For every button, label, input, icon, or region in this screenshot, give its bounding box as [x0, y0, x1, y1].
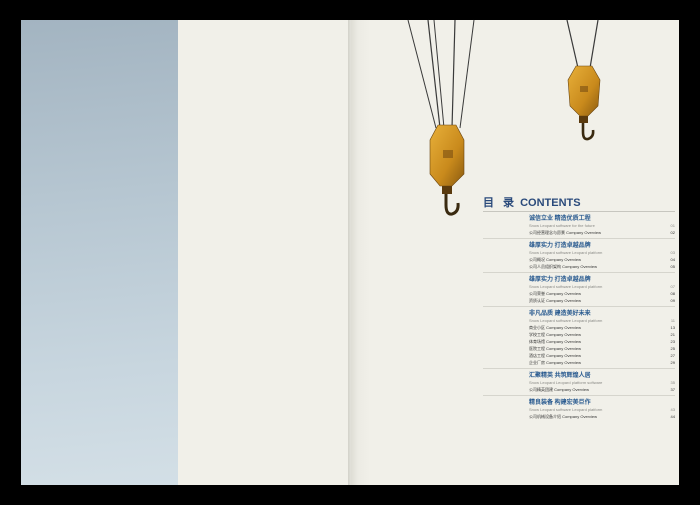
toc-section: 雄厚实力 打造卓越品牌 Snow Leopard software Leopard… — [483, 273, 675, 307]
toc-page-number: 05 — [670, 264, 675, 269]
toc-section-title[interactable]: 精良装备 构建宏美巨作 — [529, 399, 675, 407]
toc-entry-label: 体育场馆 Company Overview — [529, 339, 582, 344]
toc-entry-label: 公司精英团建 Company Overview — [529, 387, 590, 392]
toc-entry-label: 公司经营理念与愿景 Company Overview — [529, 230, 602, 235]
toc-page-number: 23 — [670, 339, 675, 344]
toc-page-number: 21 — [670, 332, 675, 337]
toc-entry[interactable]: 医院工程 Company Overview 25 — [529, 345, 675, 352]
toc-page-number: 09 — [670, 298, 675, 303]
toc-section-title[interactable]: 诚信立业 精造优质工程 — [529, 215, 675, 223]
toc-section: 非凡品质 建造美好未来 Snow Leopard software Leopard… — [483, 307, 675, 369]
toc-entry-label: 学校工程 Company Overview — [529, 332, 582, 337]
toc-title-cn: 目 录 — [483, 197, 518, 209]
toc-section: 汇聚精英 共筑辉煌人居 Snow Leopard Leopard platform… — [483, 369, 675, 396]
toc-entry-label: 企业厂房 Company Overview — [529, 360, 582, 365]
toc-entry-label: 公司荣誉 Company Overview — [529, 291, 582, 296]
toc-entry[interactable]: 公司经营理念与愿景 Company Overview 02 — [529, 229, 675, 236]
toc-page-number: 37 — [670, 387, 675, 392]
toc-entry-label: 公司机械设备介绍 Company Overview — [529, 414, 598, 419]
toc-entry[interactable]: 公司人员组织架构 Company Overview 05 — [529, 263, 675, 270]
toc-section-title[interactable]: 汇聚精英 共筑辉煌人居 — [529, 372, 675, 380]
toc-section: 精良装备 构建宏美巨作 Snow Leopard software Leopard… — [483, 396, 675, 422]
toc-section: 诚信立业 精造优质工程 Snow Leopard software for the… — [483, 212, 675, 239]
left-crane-hook-icon — [407, 19, 475, 216]
toc-page-number: 44 — [670, 414, 675, 419]
toc-page-number: 02 — [670, 230, 675, 235]
toc-page-number: 29 — [670, 360, 675, 365]
toc-entry-label: 酒店工程 Company Overview — [529, 353, 582, 358]
toc-entry-label: 商业小区 Company Overview — [529, 325, 582, 330]
toc-section-title[interactable]: 雄厚实力 打造卓越品牌 — [529, 242, 675, 250]
toc-entry[interactable]: 公司机械设备介绍 Company Overview 44 — [529, 413, 675, 420]
right-crane-hook-icon — [566, 19, 601, 141]
toc-entry-label: 资质认证 Company Overview — [529, 298, 582, 303]
toc-section-title[interactable]: 雄厚实力 打造卓越品牌 — [529, 276, 675, 284]
toc-title-en: CONTENTS — [520, 197, 581, 209]
toc-entry[interactable]: 资质认证 Company Overview 09 — [529, 297, 675, 304]
toc-section-title[interactable]: 非凡品质 建造美好未来 — [529, 310, 675, 318]
toc-header: 目 录 CONTENTS — [483, 194, 675, 210]
toc-entry-label: 公司概况 Company Overview — [529, 257, 582, 262]
toc-entry[interactable]: 商业小区 Company Overview 13 — [529, 324, 675, 331]
toc-section: 雄厚实力 打造卓越品牌 Snow Leopard software Leopard… — [483, 239, 675, 273]
toc-page-number: 08 — [670, 291, 675, 296]
table-of-contents: 目 录 CONTENTS 诚信立业 精造优质工程 Snow Leopard sof… — [483, 194, 675, 422]
toc-entry[interactable]: 企业厂房 Company Overview 29 — [529, 359, 675, 366]
toc-page-number: 13 — [670, 325, 675, 330]
toc-entry[interactable]: 公司荣誉 Company Overview 08 — [529, 290, 675, 297]
toc-page-number: 27 — [670, 353, 675, 358]
toc-entry[interactable]: 学校工程 Company Overview 21 — [529, 331, 675, 338]
toc-entry[interactable]: 公司精英团建 Company Overview 37 — [529, 386, 675, 393]
toc-entry[interactable]: 体育场馆 Company Overview 23 — [529, 338, 675, 345]
toc-page-number: 25 — [670, 346, 675, 351]
toc-entry-label: 公司人员组织架构 Company Overview — [529, 264, 598, 269]
toc-entry[interactable]: 酒店工程 Company Overview 27 — [529, 352, 675, 359]
toc-entry-label: 医院工程 Company Overview — [529, 346, 582, 351]
toc-sections: 诚信立业 精造优质工程 Snow Leopard software for the… — [483, 212, 675, 422]
toc-entry[interactable]: 公司概况 Company Overview 04 — [529, 256, 675, 263]
toc-page-number: 04 — [670, 257, 675, 262]
